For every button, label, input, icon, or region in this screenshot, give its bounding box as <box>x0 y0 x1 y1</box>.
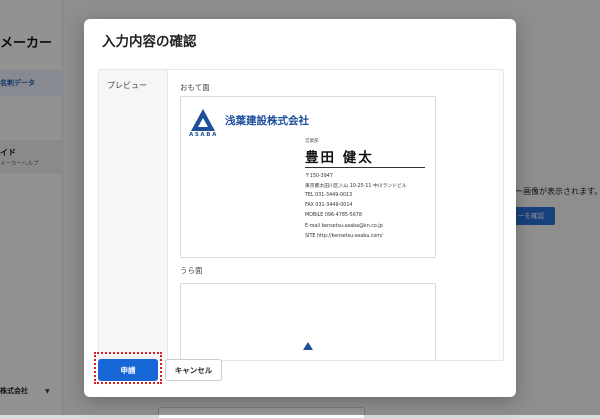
card-person-name: 豊田 健太 <box>305 150 374 166</box>
business-card-back <box>180 283 436 360</box>
card-site: SITE http://kensetsu-asaba.com/ <box>305 234 383 239</box>
confirmation-dialog: 入力内容の確認 プレビュー おもて面 ASABA 浅葉建設株式会社 営業部 豊田… <box>84 19 516 397</box>
preview-label: プレビュー <box>107 81 147 90</box>
dialog-title: 入力内容の確認 <box>102 34 197 50</box>
card-department: 営業部 <box>305 139 319 144</box>
preview-content[interactable]: おもて面 ASABA 浅葉建設株式会社 営業部 豊田 健太 〒150-3947 … <box>168 70 503 360</box>
front-face-label: おもて面 <box>180 83 210 92</box>
name-underline <box>305 167 425 168</box>
card-mobile: MOBILE 096-4785-5678 <box>305 213 362 218</box>
card-address: 東京都太田川区入山 10-25-11 中川ランドビル <box>305 184 407 189</box>
card-company-name: 浅葉建設株式会社 <box>225 115 309 127</box>
company-logo-icon <box>191 109 215 131</box>
logo-wordmark: ASABA <box>189 132 218 138</box>
cancel-button[interactable]: キャンセル <box>165 359 222 381</box>
card-email: E-mail kensetsu-asaba@kn.co.jp <box>305 224 383 229</box>
highlight-frame <box>94 352 162 384</box>
dialog-body: プレビュー おもて面 ASABA 浅葉建設株式会社 営業部 豊田 健太 〒150… <box>98 69 504 361</box>
back-face-label: うら面 <box>180 266 203 275</box>
card-tel: TEL 031-3449-0013 <box>305 193 353 198</box>
business-card-front: ASABA 浅葉建設株式会社 営業部 豊田 健太 〒150-3947 東京都太田… <box>180 96 436 258</box>
company-logo-icon <box>303 342 313 350</box>
card-fax: FAX 031-3449-0014 <box>305 203 353 208</box>
preview-column: プレビュー <box>99 70 168 360</box>
card-postal: 〒150-3947 <box>305 174 333 179</box>
scrollbar[interactable] <box>497 70 503 360</box>
